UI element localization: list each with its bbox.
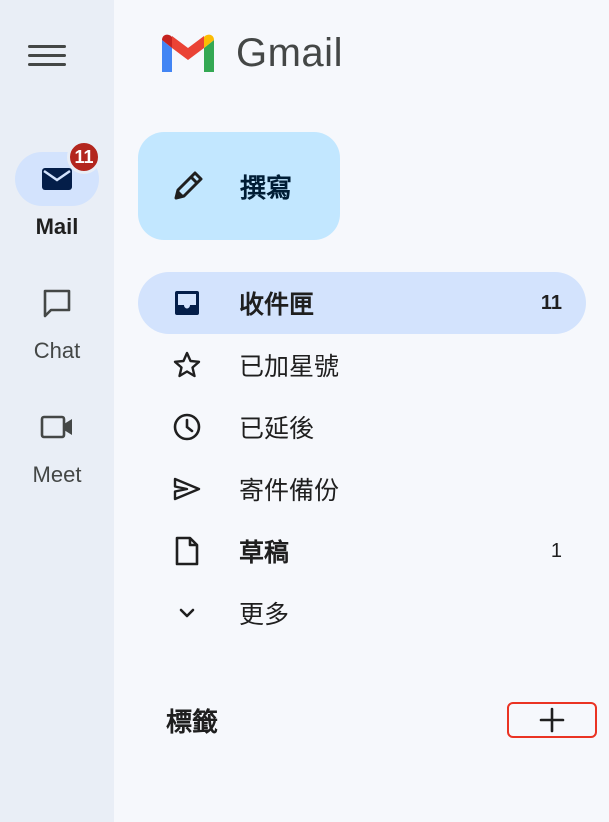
menu-icon-bar — [28, 62, 66, 66]
mail-icon — [42, 168, 72, 190]
nav-label-starred: 已加星號 — [239, 353, 340, 381]
video-icon — [40, 415, 72, 439]
chat-pill[interactable] — [15, 276, 99, 330]
nav-label-snoozed: 已延後 — [239, 415, 315, 443]
rail-item-mail[interactable]: 11 Mail — [0, 140, 114, 240]
rail-label-mail: Mail — [35, 214, 79, 239]
navigation-panel: Gmail 撰寫 收件匣 11 已加星號 已延後 寄件備份 草稿 1 更多 標籤 — [114, 0, 609, 822]
labels-header: 標籤 — [166, 707, 219, 737]
nav-label-drafts: 草稿 — [239, 539, 290, 567]
chevron-down-icon — [172, 598, 202, 628]
compose-label: 撰寫 — [240, 173, 293, 203]
inbox-count: 11 — [540, 291, 562, 314]
nav-item-starred[interactable]: 已加星號 — [138, 334, 586, 396]
meet-pill[interactable] — [15, 400, 99, 454]
plus-icon — [539, 707, 565, 733]
rail-item-meet[interactable]: Meet — [0, 400, 114, 488]
nav-label-sent: 寄件備份 — [239, 477, 340, 505]
app-rail: 11 Mail Chat Meet — [0, 0, 114, 822]
star-icon — [172, 350, 202, 380]
gmail-m-icon — [162, 34, 214, 72]
rail-label-meet: Meet — [32, 462, 82, 487]
nav-label-inbox: 收件匣 — [239, 291, 315, 319]
pencil-icon — [170, 168, 206, 209]
drafts-count: 1 — [550, 539, 562, 562]
draft-icon — [172, 536, 202, 566]
nav-label-more: 更多 — [239, 601, 290, 629]
nav-item-inbox[interactable]: 收件匣 11 — [138, 272, 586, 334]
rail-label-chat: Chat — [33, 338, 81, 363]
app-name: Gmail — [236, 30, 343, 75]
main-menu-button[interactable] — [28, 38, 68, 72]
compose-button[interactable]: 撰寫 — [138, 132, 340, 240]
send-icon — [172, 474, 202, 504]
rail-item-chat[interactable]: Chat — [0, 276, 114, 364]
nav-item-more[interactable]: 更多 — [138, 582, 586, 644]
unread-badge: 11 — [67, 140, 101, 174]
inbox-icon — [172, 288, 202, 318]
nav-item-sent[interactable]: 寄件備份 — [138, 458, 586, 520]
nav-item-drafts[interactable]: 草稿 1 — [138, 520, 586, 582]
chat-icon — [43, 289, 71, 318]
nav-item-snoozed[interactable]: 已延後 — [138, 396, 586, 458]
mail-pill[interactable]: 11 — [15, 140, 101, 206]
gmail-logo[interactable]: Gmail — [158, 30, 343, 76]
menu-icon-bar — [28, 53, 66, 57]
clock-icon — [172, 412, 202, 442]
menu-icon-bar — [28, 44, 66, 48]
create-label-button[interactable] — [507, 702, 597, 738]
